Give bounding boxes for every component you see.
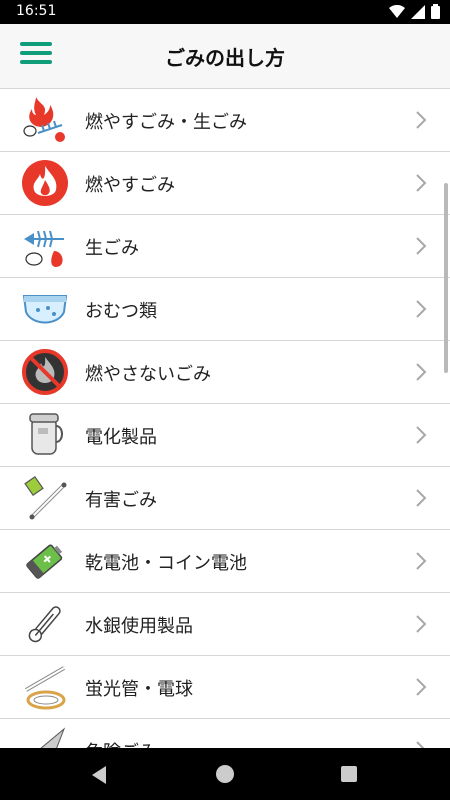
list-item-diapers[interactable]: おむつ類: [0, 278, 450, 341]
list-item-food-waste[interactable]: 生ごみ: [0, 215, 450, 278]
battery-icon: [26, 544, 63, 579]
chevron-right-icon: [416, 174, 427, 192]
chevron-right-icon: [416, 489, 427, 507]
chevron-right-icon: [416, 300, 427, 318]
signal-icon: [411, 4, 425, 19]
chevron-right-icon: [416, 237, 427, 255]
no-fire-icon: [22, 349, 68, 395]
list-item-label: 燃やすごみ: [85, 175, 175, 196]
list-item-electrical-appliances[interactable]: 電化製品: [0, 404, 450, 467]
list-item-burnable[interactable]: 燃やすごみ: [0, 152, 450, 215]
list-item-label: 有害ごみ: [85, 490, 157, 511]
chevron-right-icon: [416, 552, 427, 570]
back-icon[interactable]: [88, 764, 110, 786]
list-item-mercury-products[interactable]: 水銀使用製品: [0, 593, 450, 656]
list-item-label: 生ごみ: [85, 238, 139, 259]
system-nav-bar: [0, 748, 450, 800]
list-item-non-burnable[interactable]: 燃やさないごみ: [0, 341, 450, 404]
garbage-category-list: 燃やすごみ・生ごみ 燃やすごみ 生ごみ おむつ類 燃やさないごみ 電化製品 有害…: [0, 89, 450, 748]
list-item-label: 燃やすごみ・生ごみ: [85, 112, 247, 133]
knife-icon: [40, 727, 66, 748]
hazardous-items-icon: [24, 475, 67, 520]
list-item-label: 燃やさないごみ: [85, 364, 211, 385]
list-item-label: 水銀使用製品: [85, 616, 193, 637]
thermometer-icon: [28, 606, 61, 643]
chevron-right-icon: [416, 426, 427, 444]
recent-apps-icon[interactable]: [341, 766, 357, 782]
list-item-dangerous[interactable]: 危険ごみ: [0, 719, 450, 748]
chevron-right-icon: [416, 111, 427, 129]
chevron-right-icon: [416, 363, 427, 381]
diaper-icon: [22, 295, 68, 324]
list-item-hazardous[interactable]: 有害ごみ: [0, 467, 450, 530]
list-item-label: おむつ類: [85, 301, 157, 322]
battery-icon: [431, 4, 440, 19]
wifi-icon: [389, 4, 405, 18]
app-bar: ごみの出し方: [0, 24, 450, 89]
list-item-label: 電化製品: [85, 427, 157, 448]
list-item-fluorescent-bulbs[interactable]: 蛍光管・電球: [0, 656, 450, 719]
home-icon[interactable]: [216, 765, 234, 783]
electric-kettle-icon: [29, 413, 63, 455]
fire-and-fishbone-icon: [23, 97, 65, 142]
page-title: ごみの出し方: [165, 46, 285, 70]
status-bar: 16:51: [0, 0, 450, 24]
fire-icon: [22, 160, 68, 206]
fishbone-icon: [24, 230, 64, 267]
list-item-burnable-and-food[interactable]: 燃やすごみ・生ごみ: [0, 89, 450, 152]
status-time: 16:51: [16, 3, 57, 19]
list-item-batteries[interactable]: 乾電池・コイン電池: [0, 530, 450, 593]
fluorescent-tube-icon: [24, 666, 66, 710]
chevron-right-icon: [416, 615, 427, 633]
scrollbar-thumb[interactable]: [444, 183, 448, 373]
chevron-right-icon: [416, 741, 425, 748]
chevron-right-icon: [416, 678, 427, 696]
list-item-label: 危険ごみ: [85, 738, 157, 748]
list-item-label: 乾電池・コイン電池: [85, 553, 247, 574]
list-item-label: 蛍光管・電球: [85, 679, 193, 700]
